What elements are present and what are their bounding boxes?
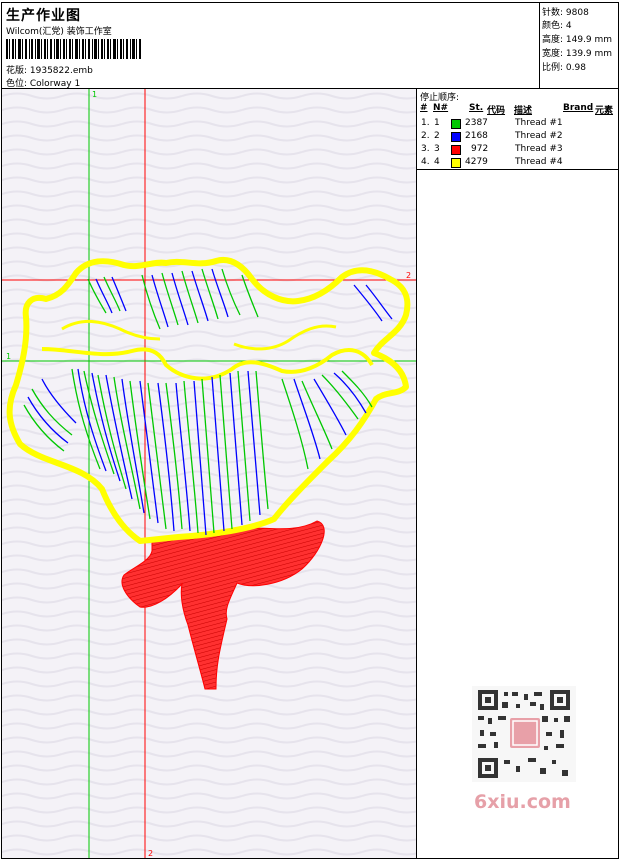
thread-3-swatch [451,145,461,155]
col-stitches: St. [469,103,484,113]
page-title: 生产作业图 [6,8,81,24]
stats-panel: 针数: 9808 颜色: 4 高度: 149.9 mm 宽度: 139.9 mm… [539,3,618,88]
legend-row: 2. 2 2168 Thread #2 [421,131,563,142]
stitch-count: 针数: 9808 [542,8,589,18]
col-hash: # [420,103,428,113]
h2-label: 2 [406,271,411,280]
design-height: 高度: 149.9 mm [542,35,613,45]
design-canvas: 1 2 1 2 [2,89,417,858]
design-scale: 比例: 0.98 [542,63,586,73]
legend-row: 3. 3 972 Thread #3 [421,144,563,155]
col-description: 描述 [514,106,533,116]
worksheet-header: 生产作业图 Wilcom(汇党) 装饰工作室 花版: 1935822.emb 色… [2,3,618,89]
thread-1-swatch [451,119,461,129]
col-code: 代码 [487,106,506,116]
company-name: Wilcom(汇党) 装饰工作室 [6,27,112,37]
v2-label: 2 [148,849,153,858]
color-count: 颜色: 4 [542,21,572,31]
legend-row: 1. 1 2387 Thread #1 [421,118,563,129]
colorway-label: 色位: Colorway 1 [6,79,81,89]
barcode-image [6,39,141,59]
stop-sequence-legend: 停止顺序: # N# St. 代码 描述 Brand 元素 1. 1 2387 … [417,89,618,170]
thread-2-swatch [451,132,461,142]
h1-label: 1 [6,352,11,361]
design-width: 宽度: 139.9 mm [542,49,613,59]
col-number: N# [433,103,449,113]
qr-code-image [472,686,576,782]
col-brand: Brand [563,103,594,113]
design-file-label: 花版: 1935822.emb [6,66,93,76]
embroidery-preview: 1 2 1 2 [2,89,416,858]
legend-row: 4. 4 4279 Thread #4 [421,157,563,168]
production-worksheet: 生产作业图 Wilcom(汇党) 装饰工作室 花版: 1935822.emb 色… [1,2,619,859]
site-watermark: 6xiu.com [474,791,571,813]
thread-4-swatch [451,158,461,168]
col-element: 元素 [595,106,614,116]
v1-label: 1 [92,90,97,99]
legend-heading: 停止顺序: [420,93,460,103]
